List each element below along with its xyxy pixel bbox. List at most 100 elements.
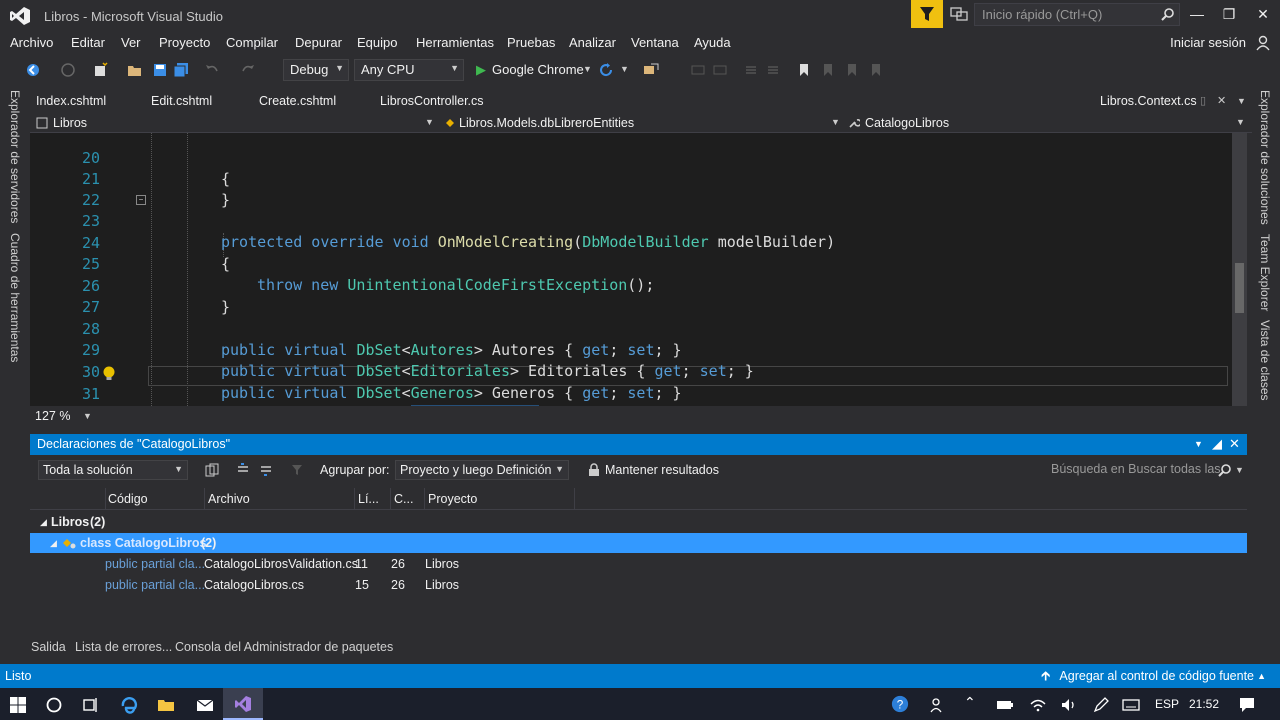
solution-platform-select[interactable]: Any CPU ▼ [354,59,464,81]
open-file-icon[interactable] [127,62,143,78]
column-header-archivo[interactable]: Archivo [208,492,250,506]
tab-list-dropdown-icon[interactable]: ▼ [1237,96,1246,106]
server-explorer-tab[interactable]: Explorador de servidores [8,90,22,223]
chevron-down-icon[interactable]: ▼ [620,64,629,74]
chevron-down-icon[interactable]: ▼ [831,117,840,127]
add-source-control-button[interactable]: Agregar al control de código fuente [1059,669,1254,683]
solution-configuration-select[interactable]: Debug ▼ [283,59,349,81]
tab-index-cshtml[interactable]: Index.cshtml [36,94,106,108]
start-debugging-button[interactable]: ▶ Google Chrome [476,62,584,78]
editor-vertical-scrollbar[interactable] [1232,133,1247,406]
chevron-up-icon[interactable]: ⌃ [964,694,976,711]
tab-output[interactable]: Salida [31,640,66,654]
window-position-dropdown-icon[interactable]: ▼ [1194,439,1203,449]
restore-button[interactable]: ❐ [1212,0,1246,28]
clock[interactable]: 21:52 [1189,697,1219,711]
wifi-icon[interactable] [1029,696,1047,714]
feedback-filter-button[interactable] [911,0,943,28]
people-icon[interactable] [929,696,947,714]
battery-icon[interactable] [996,696,1014,714]
task-view-icon[interactable] [81,696,99,714]
next-bookmark-icon[interactable] [844,62,860,78]
result-group-project[interactable]: ◢ Libros (2) [30,512,1247,532]
tab-package-manager-console[interactable]: Consola del Administrador de paquetes [175,640,393,654]
step-icon[interactable] [690,62,706,78]
column-header-proyecto[interactable]: Proyecto [428,492,477,506]
tab-create-cshtml[interactable]: Create.cshtml [259,94,336,108]
bookmark-icon[interactable] [796,62,812,78]
nav-member-select[interactable]: CatalogoLibros [865,116,949,130]
copy-icon[interactable] [205,463,219,477]
menu-equipo[interactable]: Equipo [357,35,397,50]
search-icon[interactable] [1218,463,1232,477]
step-over-icon[interactable] [712,62,728,78]
new-project-icon[interactable] [93,62,109,78]
chevron-down-icon[interactable]: ▼ [425,117,434,127]
menu-analizar[interactable]: Analizar [569,35,616,50]
pen-icon[interactable] [1092,696,1110,714]
redo-icon[interactable] [240,62,256,78]
cortana-icon[interactable] [45,696,63,714]
code-editor[interactable]: − 20 { 21 } 22 23 protected override voi… [30,133,1247,406]
minimize-button[interactable]: — [1180,0,1214,28]
menu-compilar[interactable]: Compilar [226,35,278,50]
close-panel-icon[interactable]: ✕ [1229,436,1240,452]
team-explorer-tab[interactable]: Team Explorer [1258,234,1272,311]
windows-start-icon[interactable] [9,696,27,714]
class-view-tab[interactable]: Vista de clases [1258,320,1272,401]
refresh-icon[interactable] [598,62,614,78]
next-location-icon[interactable] [259,463,273,477]
visual-studio-taskbar-button[interactable] [223,688,263,720]
live-share-icon[interactable] [950,6,968,22]
quick-launch-input[interactable]: Inicio rápido (Ctrl+Q) [974,3,1180,26]
tab-error-list[interactable]: Lista de errores... [75,640,172,654]
chevron-down-icon[interactable]: ▼ [583,64,592,74]
edge-browser-icon[interactable] [120,696,138,714]
save-all-icon[interactable] [173,62,189,78]
clear-bookmarks-icon[interactable] [868,62,884,78]
menu-herramientas[interactable]: Herramientas [416,35,494,50]
pin-icon[interactable]: ◢ [1212,436,1222,452]
volume-icon[interactable] [1060,696,1078,714]
navigate-forward-icon[interactable] [60,62,76,78]
column-header-codigo[interactable]: Código [108,492,148,506]
column-header-linea[interactable]: Lí... [358,492,379,506]
uncomment-icon[interactable] [765,62,781,78]
tab-libros-controller[interactable]: LibrosController.cs [380,94,484,108]
user-icon[interactable] [1256,35,1270,51]
solution-explorer-tab[interactable]: Explorador de soluciones [1258,90,1272,225]
menu-ver[interactable]: Ver [121,35,141,50]
menu-depurar[interactable]: Depurar [295,35,342,50]
expand-arrow-icon[interactable]: ◢ [50,533,57,553]
menu-archivo[interactable]: Archivo [10,35,53,50]
comment-icon[interactable] [743,62,759,78]
save-icon[interactable] [152,62,168,78]
menu-editar[interactable]: Editar [71,35,105,50]
action-center-icon[interactable] [1238,696,1256,714]
group-by-select[interactable]: Proyecto y luego Definición ▼ [395,460,569,480]
nav-project-select[interactable]: Libros [53,116,87,130]
menu-ayuda[interactable]: Ayuda [694,35,731,50]
pin-icon[interactable]: ▯ [1200,94,1206,107]
mail-icon[interactable] [196,696,214,714]
zoom-level-select[interactable]: 127 % [35,409,70,423]
previous-location-icon[interactable] [236,463,250,477]
navigate-back-icon[interactable] [25,62,41,78]
scope-select[interactable]: Toda la solución ▼ [38,460,188,480]
scrollbar-thumb[interactable] [1235,263,1244,313]
expand-arrow-icon[interactable]: ◢ [40,512,47,532]
close-tab-icon[interactable]: ✕ [1217,94,1226,107]
tab-libros-context[interactable]: Libros.Context.cs [1100,94,1197,108]
chevron-up-icon[interactable]: ▲ [1257,671,1266,681]
close-button[interactable]: ✕ [1246,0,1280,28]
result-row[interactable]: public partial cla... CatalogoLibros.cs … [30,575,1247,595]
tab-edit-cshtml[interactable]: Edit.cshtml [151,94,212,108]
keyboard-icon[interactable] [1122,696,1140,714]
toolbox-tab[interactable]: Cuadro de herramientas [8,233,22,362]
chevron-down-icon[interactable]: ▼ [1235,465,1244,475]
input-language-indicator[interactable]: ESP [1155,697,1179,711]
find-results-search-input[interactable]: Búsqueda en Buscar todas las [1047,460,1243,480]
help-icon[interactable]: ? [891,695,909,713]
result-row[interactable]: public partial cla... CatalogoLibrosVali… [30,554,1247,574]
nav-type-select[interactable]: Libros.Models.dbLibreroEntities [459,116,634,130]
